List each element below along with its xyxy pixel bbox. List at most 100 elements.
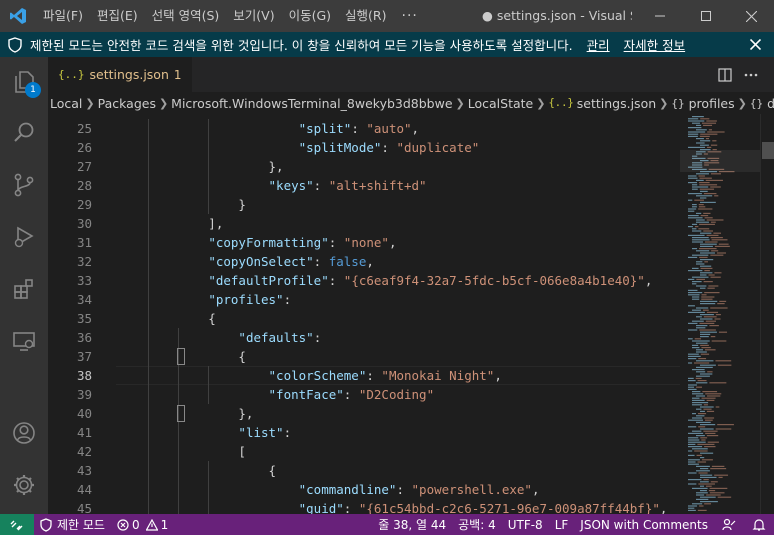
minimap-line [688,362,693,364]
notifications-button[interactable] [744,514,774,535]
minimap-line [706,494,721,496]
breadcrumb-item[interactable]: settings.json [577,96,656,111]
remote-explorer-button[interactable] [0,317,48,365]
minimap-line [706,234,719,236]
minimap-line [718,476,723,478]
feedback-button[interactable] [714,514,744,535]
minimap-line [688,322,698,324]
breadcrumb-item[interactable]: Microsoft.WindowsTerminal_8wekyb3d8bbwe [171,96,452,111]
close-window-button[interactable] [728,0,774,32]
maximize-button[interactable] [683,0,729,32]
encoding-status[interactable]: UTF-8 [502,514,549,535]
menu-run[interactable]: 실행(R) [338,0,393,32]
minimap-line [688,505,698,507]
minimap-line [702,309,709,311]
minimap-line [688,182,698,184]
minimap-line [700,333,711,335]
minimap-line [688,426,697,428]
learn-more-link[interactable]: 자세한 정보 [624,35,685,54]
minimap-line [688,450,693,452]
breadcrumb-item[interactable]: LocalState [468,96,534,111]
chevron-right-icon: ❯ [659,96,669,110]
minimap-line [692,487,708,489]
scrollbar-thumb[interactable] [762,142,774,159]
menu-view[interactable]: 보기(V) [226,0,281,32]
split-editor-button[interactable] [715,65,735,85]
search-button[interactable] [0,109,48,157]
indentation-status[interactable]: 공백: 4 [452,514,502,535]
language-mode[interactable]: JSON with Comments [574,514,714,535]
code-line: "defaultProfile": "{c6eaf9f4-32a7-5fdc-b… [208,273,653,288]
minimap-line [717,424,734,426]
extensions-button[interactable] [0,265,48,313]
line-number: 32 [76,254,92,269]
remote-indicator-button[interactable] [0,514,34,535]
code-editor[interactable]: 25 26 27 28 29 30 31 32 33 34 35 36 37 38 39 40 41 42 43 44… [48,119,680,514]
minimap-line [688,432,704,434]
minimap-line [692,223,698,225]
breadcrumb-item[interactable]: Packages [98,96,156,111]
menu-more-button[interactable]: ··· [394,8,426,24]
minimap[interactable] [680,114,760,514]
minimap-line [710,186,721,188]
minimize-button[interactable] [637,0,683,32]
minimap-line [705,419,713,421]
restricted-mode-status[interactable]: 제한 모드 [34,514,111,535]
minimap-line [697,509,707,511]
minimap-line [688,479,702,481]
minimap-line [688,193,702,195]
minimap-line [699,322,715,324]
minimap-line [698,204,704,206]
minimap-line [703,193,717,195]
cursor-position[interactable]: 줄 38, 열 44 [372,514,452,535]
minimap-line [688,278,695,280]
tab-settings-json[interactable]: {..} settings.json 1 [48,57,192,92]
shield-icon [40,517,52,532]
eol-status[interactable]: LF [549,514,575,535]
banner-close-button[interactable] [746,35,764,53]
minimap-line [704,292,720,294]
problems-status[interactable]: 0 1 [111,514,174,535]
manage-button[interactable] [0,461,48,509]
source-control-button[interactable] [0,161,48,209]
menu-edit[interactable]: 편집(E) [90,0,145,32]
minimap-line [692,283,697,285]
menu-selection[interactable]: 선택 영역(S) [145,0,227,32]
minimap-line [692,402,709,404]
code-line: "split": "auto", [298,121,420,136]
activity-bar: 1 [0,57,48,514]
menu-file[interactable]: 파일(F) [36,0,90,32]
minimap-line [700,318,713,320]
minimap-line [688,210,695,212]
breadcrumb-item[interactable]: defaults [767,96,774,111]
minimap-canvas [680,116,760,511]
minimap-line [692,404,702,406]
breadcrumb-item[interactable]: profiles [689,96,735,111]
more-actions-button[interactable] [741,65,761,85]
minimap-line [704,241,718,243]
menu-go[interactable]: 이동(G) [282,0,338,32]
manage-link[interactable]: 관리 [587,35,610,54]
run-debug-button[interactable] [0,213,48,261]
minimap-line [709,382,727,384]
minimap-line [700,501,718,503]
code-line: "fontFace": "D2Coding" [268,387,435,402]
vertical-scrollbar[interactable] [760,114,774,514]
minimap-line [700,490,707,492]
minimap-line [694,338,702,340]
minimap-line [704,217,713,219]
minimap-line [692,296,700,298]
minimap-line [699,135,710,137]
minimap-line [688,329,698,331]
minimap-line [688,353,699,355]
minimap-line [696,285,707,287]
minimap-line [717,496,732,498]
minimap-line [699,182,710,184]
minimap-line [692,391,701,393]
explorer-button[interactable]: 1 [0,57,48,105]
minimap-line [711,465,725,467]
accounts-button[interactable] [0,409,48,457]
breadcrumb-item[interactable]: Local [50,96,82,111]
line-number: 42 [76,444,92,459]
minimap-line [699,177,712,179]
